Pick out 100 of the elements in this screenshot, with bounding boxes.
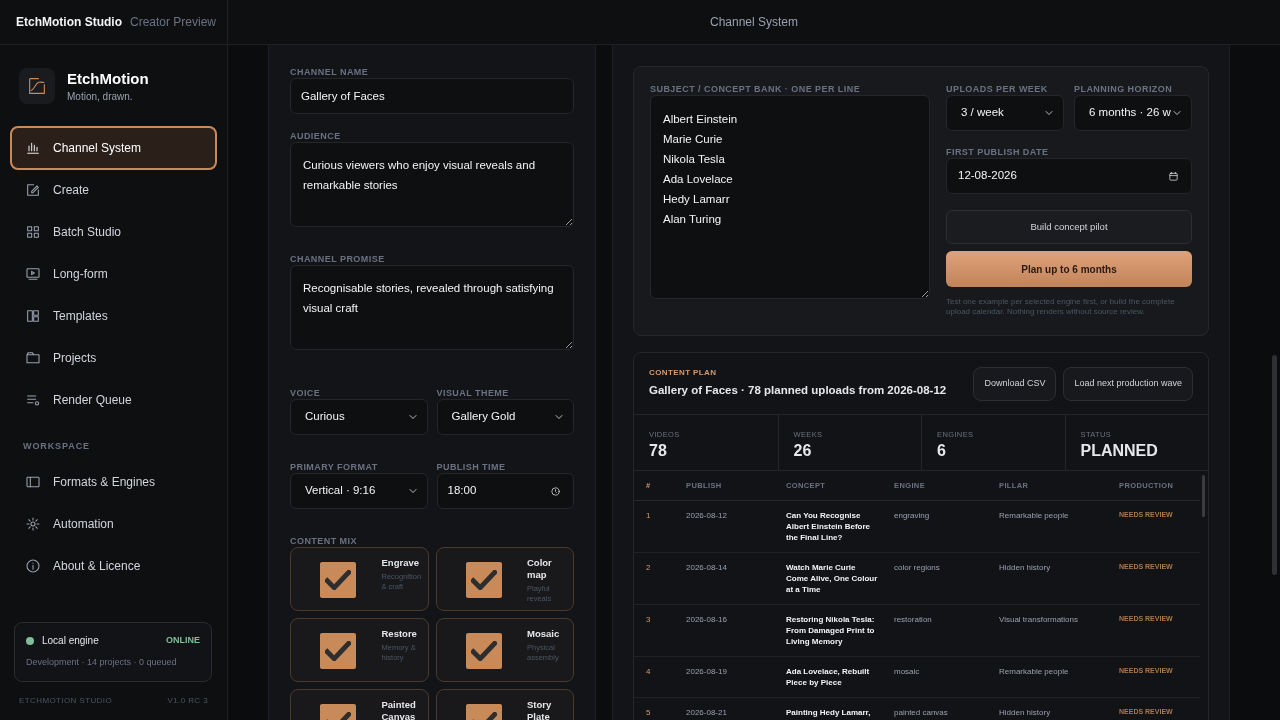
nav-item[interactable]: Render Queue [10, 378, 217, 422]
field-label: CHANNEL PROMISE [290, 254, 386, 264]
scrollbar-thumb[interactable] [1202, 475, 1205, 517]
table-cell-text: Watch Marie Curie Come Alive, One Colour at a Time [786, 562, 879, 595]
input-field[interactable]: Gallery of Faces [290, 78, 574, 114]
version-label: V1.0 RC 3 [167, 695, 208, 707]
toolbar-button[interactable]: Load next production wave [1063, 366, 1193, 401]
field-label: CHANNEL NAME [290, 67, 370, 77]
text-area[interactable]: Recognisable stories, revealed through satisfying visual craft [290, 265, 574, 350]
nav-item[interactable]: Long-form [10, 252, 217, 296]
table-cell-text: engraving [894, 510, 931, 522]
nav-item[interactable]: Templates [10, 294, 217, 338]
table-cell-text: Remarkable people [999, 666, 1070, 678]
brand-tagline: Motion, drawn. [67, 89, 134, 104]
bar-chart-icon [25, 140, 41, 156]
nav-item[interactable]: Automation [10, 501, 217, 546]
content-mix-card[interactable]: Story Plate [435, 689, 574, 720]
table-cell-text: Can You Recognise Albert Einstein Before the Final Line? [786, 510, 871, 543]
table-cell-text: color regions [894, 562, 941, 574]
nav-item[interactable]: About & Licence [10, 543, 217, 588]
table-cell-text: 2026-08-16 [686, 614, 728, 626]
table-cell-text: 2026-08-12 [686, 510, 728, 522]
field-label: VISUAL THEME [436, 388, 510, 398]
plan-title: Gallery of Faces · 78 planned uploads from 2026-08-12 [649, 383, 948, 399]
field-label: SUBJECT / CONCEPT BANK · ONE PER LINE [650, 84, 862, 94]
table-cell-text: painted canvas [894, 707, 949, 718]
edit-icon [25, 182, 41, 198]
field-label: PUBLISH TIME [436, 462, 507, 472]
edition-label: Creator Preview [130, 14, 216, 31]
eyebrow-label: CONTENT PLAN [649, 367, 718, 380]
field-label: CONTENT MIX [290, 536, 358, 546]
select-field[interactable]: 6 months · 26 w [1074, 95, 1192, 131]
stat-value: 6 [937, 441, 947, 462]
content-mix-card[interactable]: Painted Canvas [290, 689, 429, 720]
date-field[interactable]: 12-08-2026 [946, 158, 1192, 194]
checkbox[interactable] [320, 562, 356, 598]
logo-icon [19, 68, 55, 104]
checkbox[interactable] [465, 633, 502, 669]
folder-icon [25, 350, 41, 366]
nav-item[interactable]: Projects [10, 336, 217, 380]
table-cell-text: Hidden history [999, 562, 1052, 574]
card-title: Painted Canvas [381, 699, 417, 720]
text-area[interactable]: Albert Einstein Marie Curie Nikola Tesla Ada Lovelace Hedy Lamarr Alan Turing [650, 95, 930, 299]
field-label: AUDIENCE [290, 131, 342, 141]
table-cell-text: restoration [894, 614, 933, 626]
layout-icon [25, 308, 41, 324]
table-cell-text: Painting Hedy Lamarr, [786, 707, 872, 718]
brand-name: EtchMotion [67, 68, 149, 89]
field-label: PLANNING HORIZON [1074, 84, 1174, 94]
select-field[interactable]: Curious [290, 399, 428, 435]
table-cell-text: 2026-08-14 [686, 562, 728, 574]
section-heading: WORKSPACE [22, 440, 91, 453]
time-field[interactable]: 18:00 [436, 473, 574, 509]
field-label: FIRST PUBLISH DATE [946, 147, 1050, 157]
engine-status: ONLINE [166, 633, 200, 647]
info-icon [25, 557, 41, 574]
nav-item[interactable]: Batch Studio [10, 210, 217, 254]
toolbar-button[interactable]: Download CSV [973, 366, 1057, 401]
table-cell-text: Restoring Nikola Tesla: From Damaged Print to Living Memory [786, 614, 876, 647]
pilot-button[interactable]: Build concept pilot [946, 210, 1192, 244]
table-cell-text: 2 [646, 562, 652, 574]
settings-icon [25, 515, 41, 532]
nav-item[interactable]: Create [10, 168, 217, 212]
nav-item[interactable]: Formats & Engines [10, 459, 217, 504]
stat-value: 78 [649, 441, 668, 462]
select-field[interactable]: Vertical · 9:16 [290, 473, 428, 509]
table-cell-text: 4 [646, 666, 652, 678]
app-title: EtchMotion Studio [16, 14, 122, 31]
clock-icon [550, 485, 561, 497]
table-cell-text: Hidden history [999, 707, 1052, 718]
plan-button[interactable]: Plan up to 6 months [946, 251, 1192, 287]
stat-value: PLANNED [1080, 441, 1159, 462]
table-cell-text: mosaic [894, 666, 921, 678]
card-title: Color map [527, 557, 553, 581]
card-title: Mosaic [527, 628, 561, 640]
table-cell-text: Ada Lovelace, Rebuilt Piece by Piece [786, 666, 871, 688]
engine-detail: Development · 14 projects · 0 queued [26, 656, 178, 669]
table-cell-text: Visual transformations [999, 614, 1079, 626]
engine-label: Local engine [42, 634, 99, 648]
page-title: Channel System [709, 14, 798, 31]
select-field[interactable]: 3 / week [946, 95, 1064, 131]
table-cell-text: 2026-08-19 [686, 666, 728, 678]
list-icon [25, 392, 41, 408]
grid-icon [25, 224, 41, 240]
table-cell-text: 5 [646, 707, 652, 718]
table-cell-text: 1 [646, 510, 652, 522]
text-area[interactable]: Curious viewers who enjoy visual reveals and remarkable stories [290, 142, 574, 227]
field-label: PRIMARY FORMAT [290, 462, 379, 472]
video-icon [25, 266, 41, 282]
checkbox[interactable] [320, 633, 356, 669]
scrollbar-thumb[interactable] [1272, 355, 1277, 575]
calendar-icon [1168, 170, 1179, 182]
table-cell-text: 2026-08-21 [686, 707, 728, 718]
nav-item[interactable]: Channel System [10, 126, 217, 170]
table-cell-text: 3 [646, 614, 652, 626]
select-field[interactable]: Gallery Gold [436, 399, 574, 435]
field-label: VOICE [290, 388, 322, 398]
card-title: Engrave [381, 557, 420, 569]
checkbox[interactable] [465, 562, 502, 598]
field-label: UPLOADS PER WEEK [946, 84, 1049, 94]
